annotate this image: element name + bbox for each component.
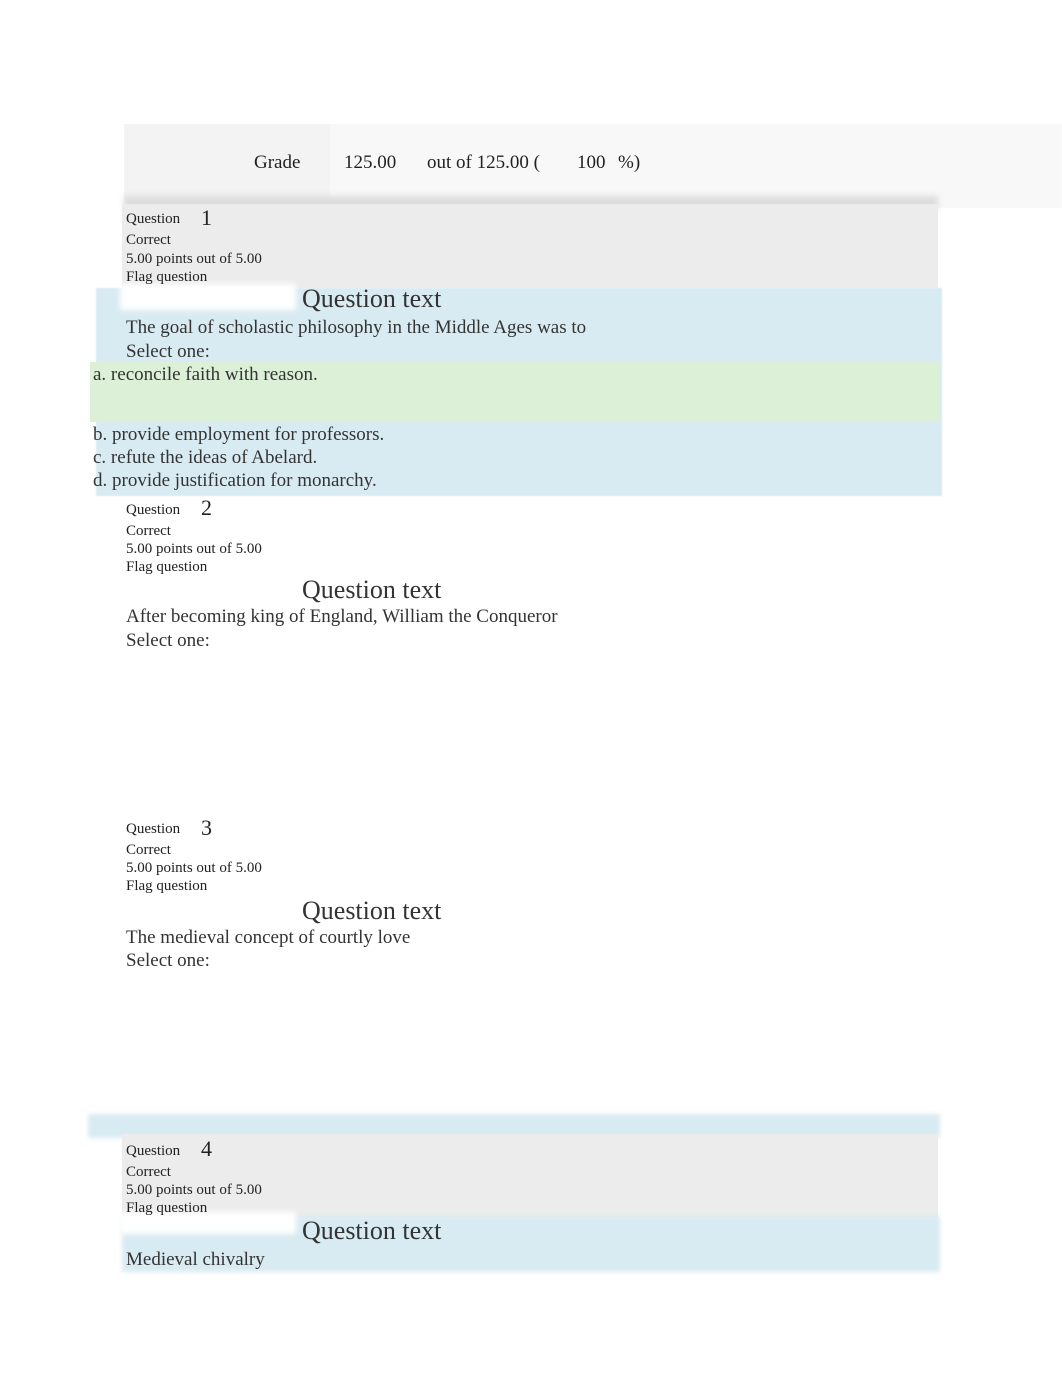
question-1-label: Question — [126, 211, 181, 227]
question-3-points: 5.00 points out of 5.00 — [126, 860, 262, 876]
question-1-select-prompt: Select one: — [126, 341, 210, 362]
grade-percent-suffix: %) — [618, 152, 641, 173]
question-4-state: Correct — [126, 1164, 171, 1180]
question-4-number: 4 — [201, 1136, 212, 1161]
question-4-flag-link[interactable]: Flag question — [126, 1199, 207, 1217]
question-3-state: Correct — [126, 842, 171, 858]
question-4-text-heading: Question text — [302, 1216, 442, 1245]
question-1-flag-link[interactable]: Flag question — [126, 268, 207, 286]
question-2-select-prompt: Select one: — [126, 630, 210, 651]
grade-out-of: out of 125.00 ( — [427, 152, 540, 173]
question-1-points: 5.00 points out of 5.00 — [126, 251, 262, 267]
question-1-text-heading: Question text — [302, 284, 442, 313]
question-2-number: 2 — [201, 495, 212, 520]
question-3-select-prompt: Select one: — [126, 950, 210, 971]
grade-label: Grade — [254, 152, 301, 173]
question-1-answer-a[interactable]: a. reconcile faith with reason. — [93, 364, 318, 386]
question-1-answer-b[interactable]: b. provide employment for professors. — [93, 424, 384, 446]
question-1-state: Correct — [126, 232, 171, 248]
question-2-text-heading: Question text — [302, 575, 442, 604]
question-4-info-panel — [122, 1134, 938, 1218]
question-2-flag-link[interactable]: Flag question — [126, 558, 207, 576]
question-3-number: 3 — [201, 815, 212, 840]
question-2-state: Correct — [126, 523, 171, 539]
question-4-points: 5.00 points out of 5.00 — [126, 1182, 262, 1198]
question-1-answer-c[interactable]: c. refute the ideas of Abelard. — [93, 447, 317, 469]
question-4-text: Medieval chivalry — [126, 1249, 265, 1270]
question-1-info-notch — [120, 284, 296, 310]
question-2-text: After becoming king of England, William … — [126, 606, 558, 627]
question-3-label: Question — [126, 821, 181, 837]
question-3-text: The medieval concept of courtly love — [126, 927, 411, 948]
question-1-text: The goal of scholastic philosophy in the… — [126, 317, 587, 338]
question-1-info-panel — [122, 204, 938, 288]
question-1-answer-d[interactable]: d. provide justification for monarchy. — [93, 470, 377, 492]
question-2-label: Question — [126, 502, 181, 518]
question-3-text-heading: Question text — [302, 896, 442, 925]
question-2-points: 5.00 points out of 5.00 — [126, 541, 262, 557]
question-3-flag-link[interactable]: Flag question — [126, 877, 207, 895]
grade-score: 125.00 — [344, 152, 397, 173]
question-4-label: Question — [126, 1143, 181, 1159]
grade-percent: 100 — [577, 152, 606, 173]
question-1-number: 1 — [201, 205, 212, 230]
